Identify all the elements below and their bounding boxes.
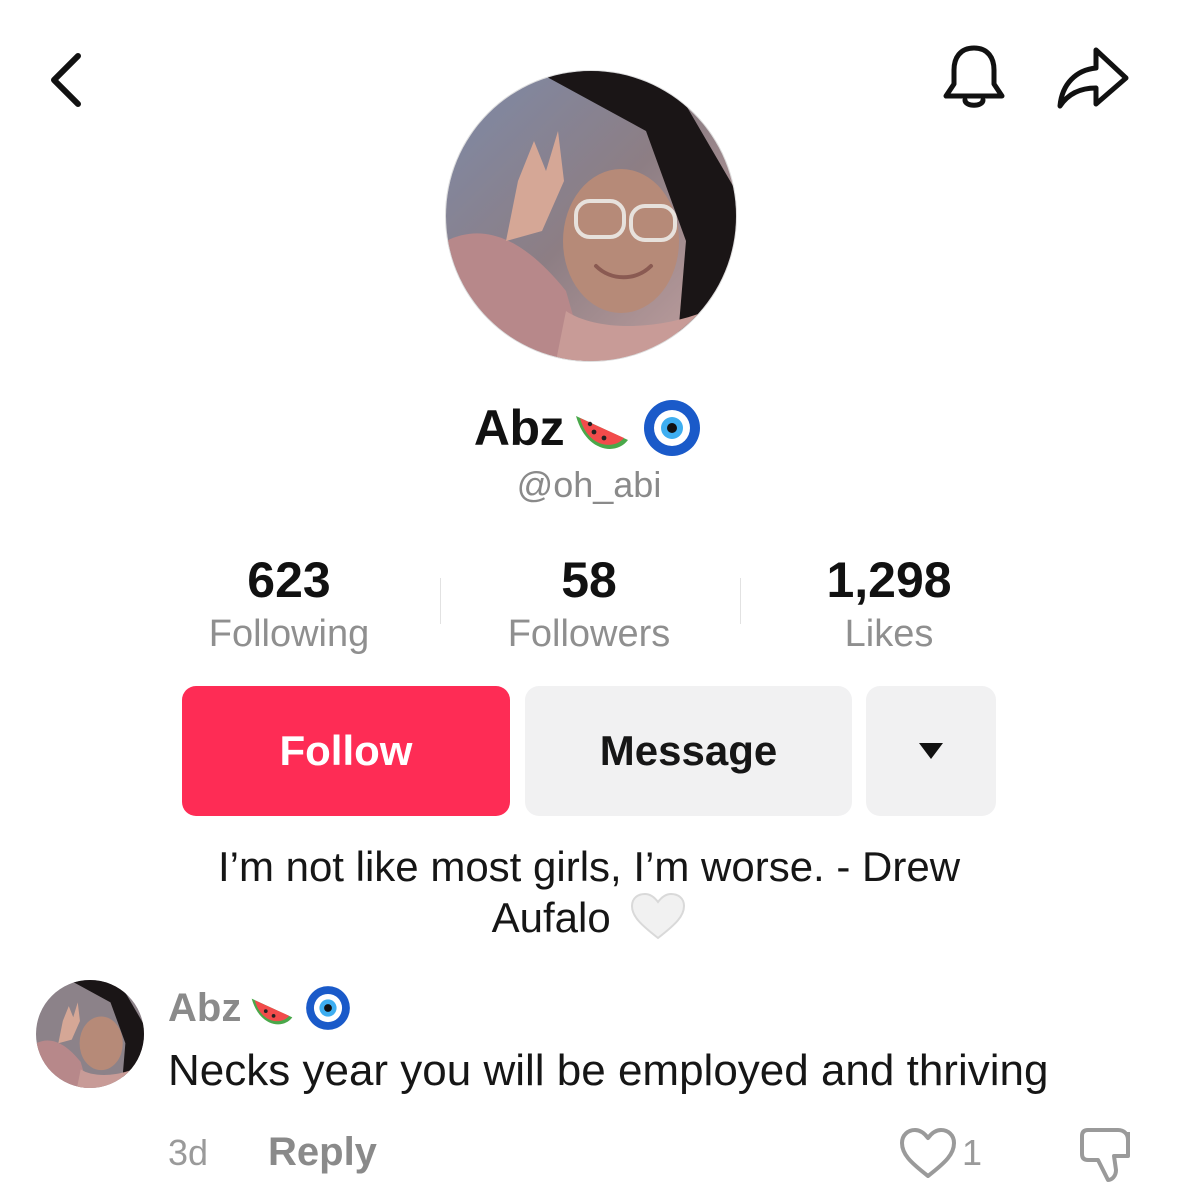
message-button[interactable]: Message — [525, 686, 852, 816]
bio-line: Aufalo — [491, 894, 611, 941]
more-options-button[interactable] — [866, 686, 996, 816]
watermelon-icon — [570, 398, 634, 458]
like-comment-button[interactable] — [898, 1126, 958, 1182]
stat-followers[interactable]: 58 Followers — [439, 552, 739, 660]
heart-outline-icon — [900, 1128, 956, 1178]
comment-text: Necks year you will be employed and thri… — [168, 1046, 1049, 1095]
dislike-comment-button[interactable] — [1076, 1124, 1138, 1184]
bell-icon — [943, 45, 1005, 108]
share-arrow-icon — [1057, 47, 1129, 109]
comment-author-row: Abz — [168, 980, 353, 1036]
nazar-amulet-icon — [303, 984, 353, 1032]
comment-author-name: Abz — [168, 985, 242, 1030]
display-name: Abz — [473, 400, 565, 456]
stat-likes[interactable]: 1,298 Likes — [739, 552, 1039, 660]
stat-label: Followers — [507, 613, 671, 655]
comment-author-photo — [36, 980, 144, 1088]
profile-avatar[interactable] — [445, 70, 737, 362]
stat-value: 1,298 — [826, 552, 952, 608]
stat-following[interactable]: 623 Following — [139, 552, 439, 660]
stat-value: 58 — [561, 552, 617, 608]
bio-line: I’m not like most girls, I’m worse. - Dr… — [217, 843, 961, 890]
nazar-amulet-icon — [640, 398, 704, 458]
watermelon-icon — [247, 984, 297, 1032]
notification-bell-button[interactable] — [936, 40, 1012, 116]
username-handle: @oh_abi — [516, 464, 662, 505]
thumbs-down-icon — [1080, 1128, 1130, 1182]
comment-author-avatar[interactable] — [36, 980, 144, 1088]
follow-button[interactable]: Follow — [182, 686, 510, 816]
chevron-left-icon — [51, 53, 81, 107]
stat-value: 623 — [247, 552, 331, 608]
stat-label: Likes — [844, 613, 934, 655]
profile-photo — [446, 71, 736, 361]
profile-bio: I’m not like most girls, I’m worse. - Dr… — [160, 842, 1018, 943]
reply-button[interactable]: Reply — [268, 1130, 377, 1175]
stat-label: Following — [208, 613, 370, 655]
bio-line-2: Aufalo — [160, 892, 1018, 943]
back-button[interactable] — [40, 44, 100, 114]
caret-down-icon — [919, 743, 943, 759]
like-count: 1 — [962, 1132, 983, 1173]
comment-timestamp: 3d — [168, 1132, 209, 1173]
white-heart-icon — [631, 892, 686, 940]
profile-name-row: Abz — [0, 396, 1178, 460]
share-button[interactable] — [1052, 40, 1132, 116]
